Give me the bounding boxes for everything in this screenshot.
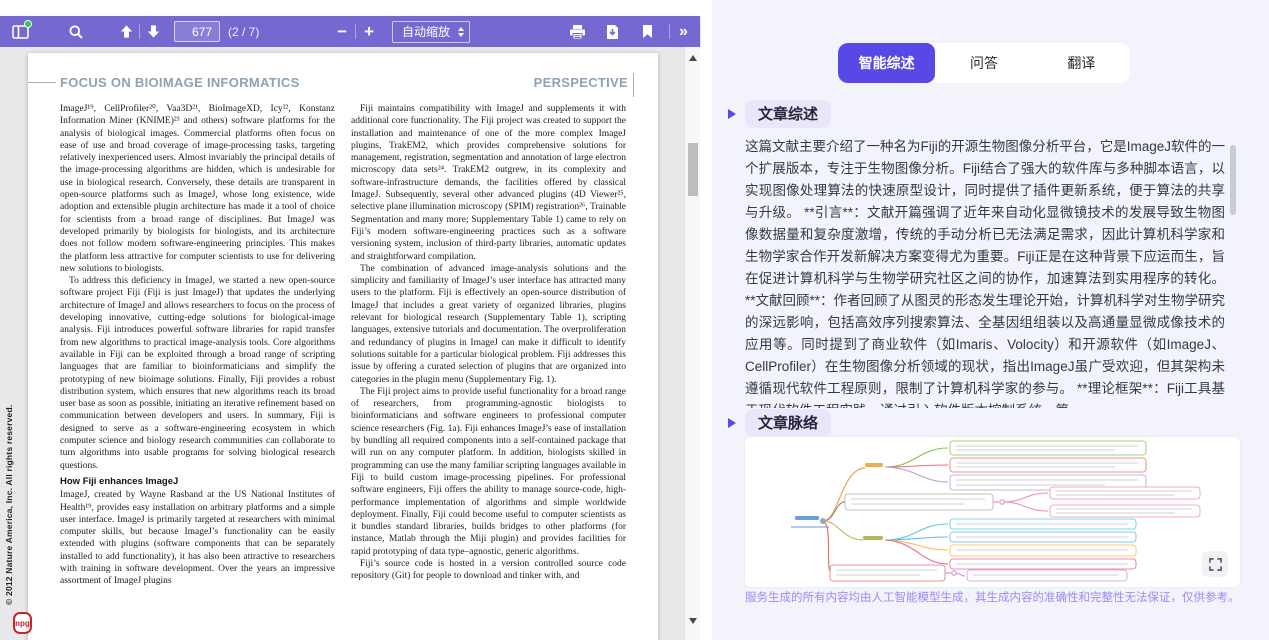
paragraph: Fiji maintains compatibility with ImageJ…: [351, 103, 626, 263]
tab-qa[interactable]: 问答: [935, 43, 1032, 83]
summary-section-header: 文章综述: [728, 100, 831, 128]
article-structure-card: [745, 437, 1240, 587]
assistant-tabs: 智能综述 问答 翻译: [838, 43, 1130, 83]
zoom-in-button[interactable]: +: [356, 19, 382, 45]
ai-disclaimer: 服务生成的所有内容均由人工智能模型生成，其生成内容的准确性和完整性无法保证，仅供…: [745, 589, 1260, 605]
page-number-input[interactable]: [174, 21, 220, 42]
download-icon: [605, 24, 620, 40]
tab-smart-summary[interactable]: 智能综述: [838, 43, 935, 83]
page-count-label: (2 / 7): [228, 25, 259, 39]
collapse-triangle-icon[interactable]: [728, 418, 736, 428]
page-header-rule: [633, 73, 634, 97]
right-column: Fiji maintains compatibility with ImageJ…: [351, 103, 626, 588]
focus-banner: FOCUS ON BIOIMAGE INFORMATICS: [60, 75, 300, 90]
ai-assistant-panel: 智能综述 问答 翻译 文章综述 这篇文献主要介绍了一种名为Fiji的开源生物图像…: [712, 0, 1269, 640]
npg-logo: npg: [13, 612, 32, 634]
page-banner: FOCUS ON BIOIMAGE INFORMATICS PERSPECTIV…: [60, 75, 628, 90]
zoom-mode-value: 自动缩放: [402, 23, 450, 40]
search-button[interactable]: [63, 19, 89, 45]
mindmap-figure: [745, 437, 1240, 587]
fullscreen-icon: [1209, 558, 1222, 571]
arrow-up-icon: [119, 24, 134, 39]
collapse-triangle-icon[interactable]: [728, 109, 736, 119]
pdf-toolbar: (2 / 7) − + 自动缩放: [0, 16, 700, 47]
structure-section-title: 文章脉络: [745, 409, 831, 437]
search-icon: [68, 24, 84, 40]
paragraph: The combination of advanced image-analys…: [351, 263, 626, 386]
tab-translate[interactable]: 翻译: [1033, 43, 1130, 83]
paragraph: ImageJ¹⁹, CellProfiler²⁰, Vaa3D²¹, BioIm…: [60, 103, 335, 275]
print-button[interactable]: [564, 19, 590, 45]
zoom-out-button[interactable]: −: [329, 19, 355, 45]
arrow-down-icon: [146, 24, 161, 39]
sidebar-toggle-button[interactable]: [7, 19, 33, 45]
pdf-scrollbar[interactable]: [684, 47, 700, 640]
more-tools-button[interactable]: »: [670, 19, 696, 45]
copyright-sidebar-text: © 2012 Nature America, Inc. All rights r…: [4, 405, 14, 605]
page-header-rule: [28, 82, 56, 83]
expand-mindmap-button[interactable]: [1202, 551, 1228, 577]
select-spinner-icon: [458, 27, 464, 37]
section-heading: How Fiji enhances ImageJ: [60, 476, 335, 488]
paragraph: The Fiji project aims to provide useful …: [351, 386, 626, 558]
paragraph: ImageJ, created by Wayne Rasband at the …: [60, 489, 335, 587]
pdf-page: FOCUS ON BIOIMAGE INFORMATICS PERSPECTIV…: [28, 53, 658, 640]
article-summary-text[interactable]: 这篇文献主要介绍了一种名为Fiji的开源生物图像分析平台，它是ImageJ软件的…: [745, 136, 1225, 408]
app-window: (2 / 7) − + 自动缩放: [0, 0, 1269, 640]
pdf-viewer-section: (2 / 7) − + 自动缩放: [0, 0, 712, 640]
scroll-down-icon[interactable]: [689, 618, 697, 624]
next-page-button[interactable]: [140, 19, 166, 45]
summary-section-title: 文章综述: [745, 100, 831, 128]
printer-icon: [569, 24, 586, 40]
download-button[interactable]: [599, 19, 625, 45]
bookmark-icon: [641, 24, 654, 39]
left-column: ImageJ¹⁹, CellProfiler²⁰, Vaa3D²¹, BioIm…: [60, 103, 335, 588]
paragraph: To address this deficiency in ImageJ, we…: [60, 275, 335, 472]
summary-scrollbar-thumb[interactable]: [1230, 145, 1236, 215]
page-columns: ImageJ¹⁹, CellProfiler²⁰, Vaa3D²¹, BioIm…: [60, 103, 626, 588]
scroll-up-icon[interactable]: [689, 55, 697, 61]
sidebar-toggle-badge: [24, 20, 32, 28]
zoom-mode-select[interactable]: 自动缩放: [392, 21, 470, 43]
perspective-banner: PERSPECTIVE: [534, 75, 628, 90]
bookmark-button[interactable]: [634, 19, 660, 45]
structure-section-header: 文章脉络: [728, 409, 831, 437]
pdf-scrollbar-thumb[interactable]: [688, 143, 698, 196]
previous-page-button[interactable]: [113, 19, 139, 45]
paragraph: Fiji’s source code is hosted in a versio…: [351, 558, 626, 583]
pdf-viewer-canvas[interactable]: FOCUS ON BIOIMAGE INFORMATICS PERSPECTIV…: [0, 47, 700, 640]
